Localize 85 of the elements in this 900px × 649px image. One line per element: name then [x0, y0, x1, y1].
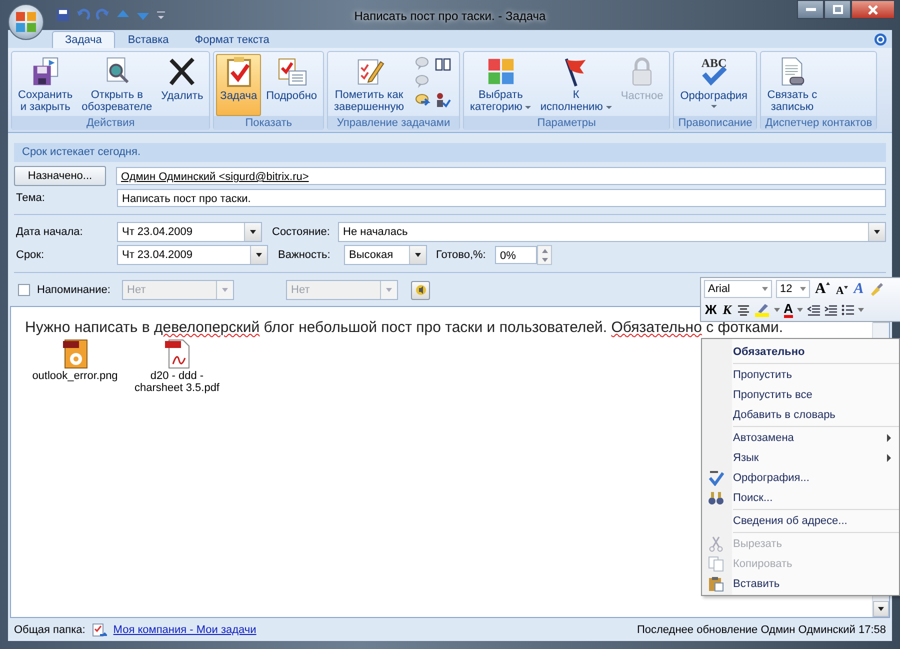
group-label: Правописание: [674, 116, 756, 130]
close-button[interactable]: [851, 0, 895, 19]
percent-field[interactable]: 0%: [495, 246, 537, 264]
spin-control[interactable]: [537, 245, 552, 265]
sound-button[interactable]: [411, 280, 430, 300]
redo-icon: [96, 8, 110, 22]
shrink-font-button[interactable]: A: [834, 284, 849, 297]
increase-indent-icon: [824, 304, 837, 316]
size-dropdown[interactable]: 12: [776, 280, 810, 298]
speaker-icon: [414, 284, 426, 296]
grow-font-button[interactable]: A: [814, 280, 831, 298]
copy-icon: [708, 556, 724, 572]
subject-field[interactable]: Написать пост про таски.: [117, 189, 886, 207]
group-label: Диспетчер контактов: [761, 116, 876, 130]
assignee-field[interactable]: Одмин Одминский <sigurd@bitrix.ru>: [116, 167, 886, 185]
folder-link[interactable]: Моя компания - Мои задачи: [113, 624, 256, 636]
close-icon: [867, 4, 879, 14]
clipboard-icon: [708, 576, 724, 592]
ribbon-tab[interactable]: Задача: [52, 31, 115, 48]
ribbon-button[interactable]: Задача: [216, 54, 262, 116]
ribbon-button[interactable]: Связать с записью: [763, 54, 822, 116]
submenu-arrow-icon: [887, 434, 891, 442]
field-label: Напоминание:: [37, 284, 112, 296]
field-label: Состояние:: [272, 226, 331, 238]
status-dropdown[interactable]: Не началась: [338, 222, 886, 242]
ribbon-button[interactable]: Выбрать категорию: [466, 54, 536, 116]
four-squares-icon: [15, 11, 37, 33]
ribbon-button[interactable]: К исполнению: [536, 54, 616, 116]
task-folder-icon: [91, 622, 108, 638]
speech-bubble-icon: [414, 74, 431, 90]
ribbon-button[interactable]: ABC Орфография: [676, 54, 752, 116]
ribbon-tab[interactable]: Формат текста: [182, 31, 282, 48]
field-label: Тема:: [15, 192, 46, 204]
font-dropdown[interactable]: Arial: [704, 280, 772, 298]
priority-dropdown[interactable]: Высокая: [344, 245, 427, 265]
group-label: Показать: [214, 116, 324, 130]
field-label: Дата начала:: [15, 226, 84, 238]
pdf-file-icon: [163, 338, 191, 370]
speech-bubble-icon: [414, 56, 431, 72]
ribbon-button[interactable]: Открыть в обозревателе: [78, 54, 156, 116]
center-align-icon: [736, 304, 750, 316]
field-label: Важность:: [278, 249, 332, 261]
ribbon-button[interactable]: Пометить как завершенную: [330, 54, 408, 116]
ribbon-button[interactable]: Удалить: [157, 54, 208, 116]
info-bar: Срок истекает сегодня.: [14, 143, 886, 162]
save-icon: [56, 8, 70, 22]
attachment-name[interactable]: outlook_error.png: [27, 370, 123, 382]
highlighter-icon: [754, 302, 770, 317]
person-check-icon: [434, 92, 451, 108]
maximize-button[interactable]: [824, 0, 851, 19]
folder-label: Общая папка:: [14, 624, 86, 636]
clipboard-list-icon: [276, 56, 308, 88]
group-label: Действия: [12, 116, 210, 130]
group-label: Управление задачами: [328, 116, 459, 130]
body-text: Нужно написать в девелоперский блог небольшой пост про таски и пользователей. Обязательно с фотками.: [25, 319, 784, 336]
last-update-text: Последнее обновление Одмин Одминский 17:58: [636, 624, 886, 636]
styles-button[interactable]: A: [852, 280, 865, 298]
minimize-icon: [806, 8, 816, 12]
bullet-list-icon: [840, 304, 854, 316]
help-icon: [874, 33, 887, 46]
field-label: Готово,%:: [436, 249, 487, 261]
group-label: Параметры: [464, 116, 670, 130]
image-file-icon: [61, 338, 89, 370]
attachment-name[interactable]: d20 - ddd - charsheet 3.5.pdf: [129, 370, 225, 394]
ribbon-tab[interactable]: Вставка: [114, 31, 182, 48]
undo-icon: [76, 8, 90, 22]
ribbon-button[interactable]: Сохранить и закрыть: [14, 54, 77, 116]
assigned-button[interactable]: Назначено...: [14, 166, 106, 186]
minimize-button[interactable]: [797, 0, 824, 19]
binoculars-icon: [708, 490, 724, 506]
font-color-button[interactable]: A: [784, 302, 793, 318]
window-title: Написать пост про таски. - Задача: [354, 9, 546, 23]
submenu-arrow-icon: [887, 454, 891, 462]
spelling-check-icon: [708, 470, 724, 486]
office-button[interactable]: [8, 4, 44, 40]
maximize-icon: [832, 5, 842, 14]
ribbon-button[interactable]: Подробно: [262, 54, 322, 116]
decrease-indent-icon: [806, 304, 820, 316]
date-dropdown[interactable]: Чт 23.04.2009: [117, 222, 262, 242]
format-painter-icon: [868, 282, 883, 296]
date-dropdown[interactable]: Чт 23.04.2009: [117, 245, 268, 265]
field-label: Срок:: [15, 249, 46, 261]
forward-bubble-icon: [414, 92, 431, 108]
scissors-icon: [708, 536, 724, 552]
book-icon: [434, 56, 451, 72]
